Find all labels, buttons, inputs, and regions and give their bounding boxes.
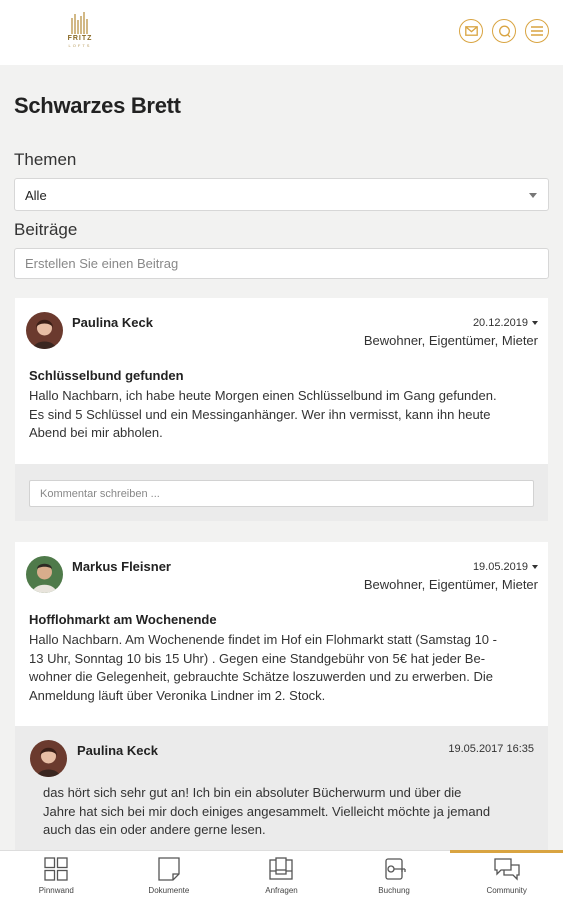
themes-selected-value: Alle xyxy=(25,188,47,203)
post-card: Paulina Keck 20.12.2019 Bewohner, Eigent… xyxy=(15,298,548,464)
post-audience: Bewohner, Eigentümer, Mieter xyxy=(363,333,538,348)
logo-text: FRITZ xyxy=(67,35,93,42)
themes-label: Themen xyxy=(14,150,77,169)
post-author[interactable]: Markus Fleisner xyxy=(72,559,171,574)
inbox-icon xyxy=(269,857,294,880)
post-date[interactable]: 20.12.2019 xyxy=(473,317,538,329)
tab-community[interactable]: Community xyxy=(450,850,563,900)
post-body-line: 13 Uhr, Sonntag 10 bis 15 Uhr) . Gegen e… xyxy=(29,650,486,666)
chat-icon xyxy=(498,25,510,37)
tab-label: Dokumente xyxy=(148,886,190,895)
avatar[interactable] xyxy=(30,740,67,777)
logo-subtext: LOFTS xyxy=(68,43,92,48)
reply-comment: Paulina Keck 19.05.2017 16:35 das hört s… xyxy=(15,726,548,854)
post-date-text: 20.12.2019 xyxy=(472,317,528,329)
post-body: Hallo Nachbarn. Am Wochenende findet im … xyxy=(29,631,534,705)
post-date[interactable]: 19.05.2019 xyxy=(473,561,538,573)
comment-input[interactable] xyxy=(29,480,534,507)
themes-select[interactable]: Alle xyxy=(14,178,549,211)
post-date-text: 19.05.2019 xyxy=(472,561,528,573)
post-body-line: Abend bei mir abholen. xyxy=(29,425,163,440)
post-card: Markus Fleisner 19.05.2019 Bewohner, Eig… xyxy=(15,542,548,726)
post-title: Schlüsselbund gefunden xyxy=(29,368,184,383)
top-bar: FRITZ LOFTS xyxy=(0,0,563,65)
fritz-logo[interactable]: FRITZ LOFTS xyxy=(60,12,100,56)
chevron-down-icon xyxy=(532,565,538,569)
key-icon xyxy=(385,858,406,880)
page-title: Schwarzes Brett xyxy=(14,93,181,118)
post-author[interactable]: Paulina Keck xyxy=(72,315,153,330)
reply-body-line: auch das ein oder andere gerne lesen. xyxy=(43,822,266,837)
chevron-down-icon xyxy=(532,321,538,325)
post-body-line: Hallo Nachbarn, ich habe heute Morgen ei… xyxy=(29,388,497,403)
post-title: Hofflohmarkt am Wochenende xyxy=(29,612,217,627)
document-icon xyxy=(158,857,180,881)
reply-body: das hört sich sehr gut an! Ich bin ein a… xyxy=(43,784,538,840)
post-body-line: Anmeldung läuft über Veronika Lindner im… xyxy=(29,687,326,703)
post-body-line: Hallo Nachbarn. Am Wochenende findet im … xyxy=(29,632,497,647)
tab-buchung[interactable]: Buchung xyxy=(338,851,451,900)
reply-date: 19.05.2017 16:35 xyxy=(448,743,534,755)
logo-mark-icon xyxy=(71,12,88,34)
mail-icon xyxy=(464,26,478,36)
tab-label: Buchung xyxy=(378,886,410,895)
mail-button[interactable] xyxy=(459,19,483,43)
tab-label: Pinnwand xyxy=(38,886,74,895)
grid-icon xyxy=(44,857,68,881)
tab-dokumente[interactable]: Dokumente xyxy=(113,851,226,900)
menu-icon xyxy=(531,26,543,36)
post-body-line: wohner die Gelegenheit, gebrauchte Schät… xyxy=(29,669,493,684)
menu-button[interactable] xyxy=(525,19,549,43)
bottom-tab-bar: Pinnwand Dokumente Anfragen Buchung Comm… xyxy=(0,850,563,900)
avatar[interactable] xyxy=(26,556,63,593)
tab-anfragen[interactable]: Anfragen xyxy=(225,851,338,900)
tab-label: Anfragen xyxy=(265,886,298,895)
post-body-line: Es sind 5 Schlüssel und ein Messinganhän… xyxy=(29,406,491,422)
chat-button[interactable] xyxy=(492,19,516,43)
reply-author[interactable]: Paulina Keck xyxy=(77,743,158,758)
post-audience: Bewohner, Eigentümer, Mieter xyxy=(363,577,538,592)
posts-label: Beiträge xyxy=(14,220,78,239)
post-body: Hallo Nachbarn, ich habe heute Morgen ei… xyxy=(29,387,534,443)
create-post-input[interactable] xyxy=(14,248,549,279)
reply-body-line: Jahre hat sich bei mir doch einiges ange… xyxy=(43,803,491,819)
reply-body-line: das hört sich sehr gut an! Ich bin ein a… xyxy=(43,785,462,800)
chevron-down-icon xyxy=(529,193,537,198)
tab-pinnwand[interactable]: Pinnwand xyxy=(0,851,113,900)
comment-section xyxy=(15,464,548,521)
avatar[interactable] xyxy=(26,312,63,349)
tab-label: Community xyxy=(486,886,527,895)
chat-bubbles-icon xyxy=(494,858,520,881)
